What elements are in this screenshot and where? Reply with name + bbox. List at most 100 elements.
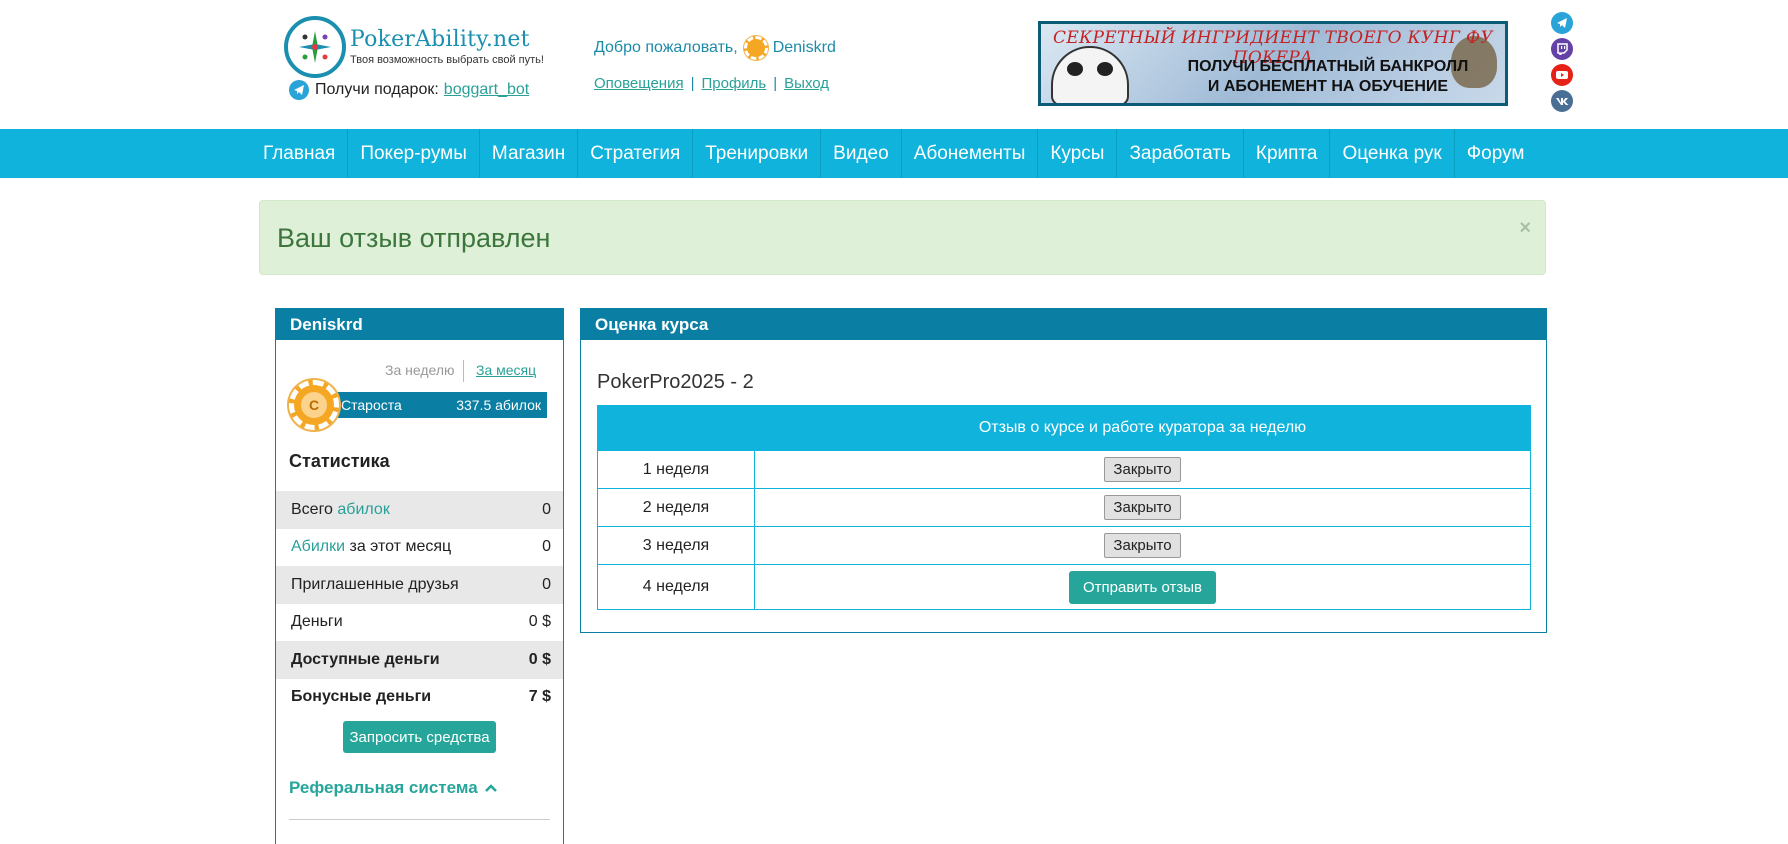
stat-label: Всего абилок [291, 500, 390, 518]
twitch-icon[interactable] [1551, 38, 1573, 60]
stat-label: Деньги [291, 613, 343, 631]
stat-value: 0 [542, 575, 551, 593]
course-review-panel: Оценка курса PokerPro2025 - 2 Отзыв о ку… [580, 308, 1547, 633]
action-cell: Закрыто [754, 450, 1531, 489]
closed-button[interactable]: Закрыто [1104, 495, 1181, 520]
stat-label: Доступные деньги [291, 650, 440, 668]
table-row: 2 неделя Закрыто [597, 488, 1531, 527]
table-header-week [597, 405, 755, 451]
stat-row-bonus-money: Бонусные деньги 7 $ [276, 679, 563, 717]
nav-item-subscriptions[interactable]: Абонементы [902, 129, 1039, 178]
promo-banner[interactable]: СЕКРЕТНЫЙ ИНГРИДИЕНТ ТВОЕГО КУНГ ФУ ПОКЕ… [1038, 21, 1508, 106]
stat-value: 0 $ [528, 613, 551, 631]
nav-item-forum[interactable]: Форум [1455, 129, 1537, 178]
stat-row-month-abilki: Абилки за этот месяц 0 [276, 529, 563, 567]
rank-name: Староста [341, 397, 402, 413]
period-week-tab[interactable]: За неделю [385, 362, 455, 378]
logout-link[interactable]: Выход [784, 75, 829, 92]
referral-toggle[interactable]: Реферальная система [289, 778, 498, 798]
rank-points: 337.5 абилок [456, 397, 541, 413]
week-cell: 4 неделя [597, 564, 755, 610]
rank-chip-icon: C [289, 380, 339, 430]
nav-item-crypto[interactable]: Крипта [1244, 129, 1331, 178]
nav-item-video[interactable]: Видео [821, 129, 902, 178]
nav-item-shop[interactable]: Магазин [480, 129, 579, 178]
logo-title: PokerAbility.net [350, 26, 530, 52]
closed-button[interactable]: Закрыто [1104, 457, 1181, 482]
main-nav: Главная Покер-румы Магазин Стратегия Тре… [0, 129, 1788, 178]
course-name: PokerPro2025 - 2 [597, 371, 754, 393]
compass-logo-icon [284, 16, 346, 78]
banner-line-2: И АБОНЕМЕНТ НА ОБУЧЕНИЕ [1207, 78, 1449, 95]
nav-item-home[interactable]: Главная [251, 129, 349, 178]
stat-row-total-abilki: Всего абилок 0 [276, 491, 563, 529]
youtube-icon[interactable] [1551, 64, 1573, 86]
sidebar-title: Deniskrd [276, 309, 563, 340]
panel-title: Оценка курса [581, 309, 1546, 340]
gift-bot-link[interactable]: boggart_bot [444, 81, 529, 99]
action-cell: Закрыто [754, 488, 1531, 527]
week-cell: 3 неделя [597, 526, 755, 565]
stat-row-available-money: Доступные деньги 0 $ [276, 641, 563, 679]
user-links: Оповещения | Профиль | Выход [594, 75, 829, 92]
referral-title: Реферальная система [289, 778, 478, 797]
action-cell: Закрыто [754, 526, 1531, 565]
rank-letter: C [301, 392, 327, 418]
period-switch: За неделю За месяц [276, 360, 563, 382]
social-links [1551, 12, 1573, 112]
table-row: 3 неделя Закрыто [597, 526, 1531, 565]
divider [289, 819, 550, 820]
stat-label: Приглашенные друзья [291, 575, 459, 593]
site-header: PokerAbility.net Твоя возможность выбрат… [0, 0, 1788, 129]
nav-item-courses[interactable]: Курсы [1038, 129, 1118, 178]
table-row: 4 неделя Отправить отзыв [597, 564, 1531, 610]
stat-value: 0 [542, 538, 551, 556]
table-row: 1 неделя Закрыто [597, 450, 1531, 489]
period-month-tab[interactable]: За месяц [476, 362, 536, 378]
action-cell: Отправить отзыв [754, 564, 1531, 610]
vk-icon[interactable] [1551, 90, 1573, 112]
table-header-review: Отзыв о курсе и работе куратора за недел… [754, 405, 1531, 451]
stat-value: 0 $ [528, 650, 551, 668]
profile-link[interactable]: Профиль [701, 75, 766, 92]
link-separator: | [773, 75, 778, 92]
abilki-link[interactable]: абилок [337, 501, 389, 518]
gift-label: Получи подарок: [315, 81, 439, 98]
nav-item-strategy[interactable]: Стратегия [578, 129, 694, 178]
weekly-review-table: Отзыв о курсе и работе куратора за недел… [597, 405, 1531, 610]
send-review-button[interactable]: Отправить отзыв [1068, 570, 1217, 604]
period-divider [463, 360, 464, 382]
request-funds-button[interactable]: Запросить средства [343, 721, 496, 753]
abilki-link[interactable]: Абилки [291, 538, 345, 555]
header-username[interactable]: Deniskrd [773, 39, 836, 57]
success-alert: Ваш отзыв отправлен × [259, 200, 1546, 275]
stat-row-money: Деньги 0 $ [276, 604, 563, 642]
alert-message: Ваш отзыв отправлен [277, 223, 551, 253]
chevron-up-icon [484, 784, 497, 792]
nav-item-poker-rooms[interactable]: Покер-румы [348, 129, 480, 178]
stat-value: 7 $ [528, 688, 551, 706]
welcome-line: Добро пожаловать, Deniskrd [594, 36, 836, 60]
stats-list: Всего абилок 0 Абилки за этот месяц 0 Пр… [276, 491, 563, 716]
stat-label: Абилки за этот месяц [291, 538, 452, 556]
stat-row-invited-friends: Приглашенные друзья 0 [276, 566, 563, 604]
user-sidebar: Deniskrd За неделю За месяц Староста 337… [275, 308, 564, 844]
closed-button[interactable]: Закрыто [1104, 533, 1181, 558]
welcome-label: Добро пожаловать, [594, 39, 738, 56]
banner-line-1: ПОЛУЧИ БЕСПЛАТНЫЙ БАНКРОЛЛ [1187, 58, 1469, 75]
week-cell: 2 неделя [597, 488, 755, 527]
stats-title: Статистика [289, 451, 390, 471]
close-icon[interactable]: × [1519, 217, 1531, 240]
notifications-link[interactable]: Оповещения [594, 75, 684, 92]
telegram-icon[interactable] [1551, 12, 1573, 34]
link-separator: | [690, 75, 695, 92]
site-logo[interactable]: PokerAbility.net Твоя возможность выбрат… [284, 14, 544, 80]
nav-item-trainings[interactable]: Тренировки [693, 129, 822, 178]
nav-item-hand-review[interactable]: Оценка рук [1330, 129, 1455, 178]
gift-line: Получи подарок: boggart_bot [289, 80, 529, 100]
stat-value: 0 [542, 500, 551, 518]
nav-item-earn[interactable]: Заработать [1117, 129, 1244, 178]
rank-chip-icon [743, 36, 768, 60]
logo-subtitle: Твоя возможность выбрать свой путь! [350, 53, 544, 66]
rank-bar: Староста 337.5 абилок [331, 392, 547, 418]
